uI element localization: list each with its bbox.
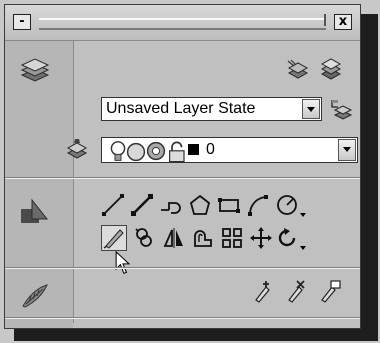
polygon-tool-icon[interactable] — [188, 193, 212, 217]
chevron-down-icon[interactable] — [300, 213, 306, 217]
arc-tool-icon[interactable] — [246, 193, 270, 217]
lightbulb-icon[interactable] — [106, 140, 126, 161]
viewport-freeze-icon[interactable] — [144, 139, 166, 161]
line-tool-icon[interactable] — [101, 193, 125, 217]
add-brush-icon[interactable] — [252, 279, 276, 303]
layer-states-icon[interactable] — [286, 57, 310, 81]
pencil-erase-icon[interactable] — [101, 225, 127, 251]
offset-tool-icon[interactable] — [191, 226, 215, 250]
remove-brush-icon[interactable] — [285, 279, 309, 303]
sun-freeze-icon[interactable] — [124, 140, 146, 162]
layer-state-value: Unsaved Layer State — [106, 100, 256, 117]
layer-color-swatch — [188, 144, 199, 155]
lock-icon[interactable] — [166, 140, 186, 163]
layers-icon[interactable] — [319, 57, 343, 81]
layers-stack-icon[interactable] — [19, 55, 51, 92]
brush-properties-icon[interactable] — [318, 279, 342, 303]
section-divider — [5, 317, 360, 319]
rectangle-tool-icon[interactable] — [217, 193, 241, 217]
layer-properties-icon[interactable] — [65, 137, 89, 161]
palette-window: - x Unsaved Layer State 0 — [4, 4, 361, 329]
section-divider — [5, 267, 360, 269]
draw-shapes-icon[interactable] — [19, 197, 51, 234]
minimize-button[interactable]: - — [13, 14, 31, 30]
panel-sidebar — [5, 41, 74, 328]
polyline-tool-icon[interactable] — [130, 193, 154, 217]
close-button[interactable]: x — [334, 14, 352, 30]
mirror-tool-icon[interactable] — [162, 226, 186, 250]
layer-dropdown[interactable]: 0 — [101, 137, 358, 163]
title-bar[interactable]: - x — [5, 5, 360, 41]
chevron-down-icon[interactable] — [300, 246, 306, 250]
chevron-down-icon[interactable] — [302, 99, 320, 119]
feather-brush-icon[interactable] — [19, 280, 51, 317]
circle-tool-icon[interactable] — [275, 193, 299, 217]
current-layer-name: 0 — [206, 141, 215, 158]
chevron-down-icon[interactable] — [338, 139, 356, 161]
move-arrows-icon[interactable] — [249, 226, 273, 250]
polyline-arc-icon[interactable] — [159, 193, 183, 217]
section-divider — [5, 177, 360, 179]
mouse-pointer-icon — [111, 251, 131, 279]
layer-state-dropdown[interactable]: Unsaved Layer State — [101, 97, 322, 121]
array-grid-icon[interactable] — [220, 226, 244, 250]
rotate-tool-icon[interactable] — [276, 226, 300, 250]
layer-state-manager-icon[interactable] — [329, 97, 353, 121]
copy-circles-icon[interactable] — [133, 226, 157, 250]
drag-grip[interactable] — [39, 14, 326, 30]
next-panel-row — [73, 323, 360, 328]
